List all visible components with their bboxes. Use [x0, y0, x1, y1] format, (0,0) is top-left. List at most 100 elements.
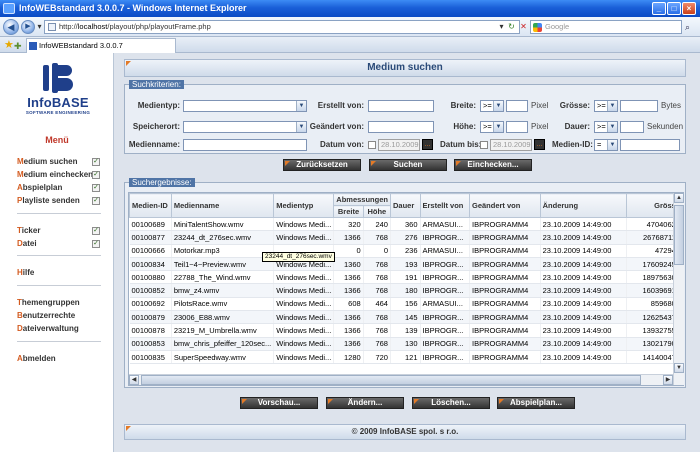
add-favorites-icon[interactable]: ✚ — [14, 39, 22, 53]
datum-von-input[interactable]: 28.10.2009 — [378, 139, 420, 151]
playlist-button[interactable]: Abspielplan... — [497, 397, 575, 409]
col-header-breite[interactable]: Breite — [333, 205, 364, 218]
table-cell: 22788_The_Wind.wmv — [171, 270, 275, 285]
table-row[interactable]: 00100853 bmw_chris_pfeiffer_120sec... Wind… — [129, 337, 683, 351]
menu-item-checkbox[interactable]: ✓ — [92, 227, 100, 235]
col-header-medien-id[interactable]: Medien-ID — [129, 193, 172, 218]
hoehe-input[interactable] — [506, 121, 528, 133]
horizontal-scrollbar[interactable]: ◀ ▶ — [129, 374, 673, 385]
table-cell: 360 — [390, 217, 421, 232]
dauer-input[interactable] — [620, 121, 644, 133]
col-header-aenderung[interactable]: Änderung — [539, 193, 627, 218]
col-header-dauer[interactable]: Dauer — [389, 193, 421, 218]
menu-item-hilfe[interactable]: Hilfe — [17, 267, 34, 279]
col-header-geaendert-von[interactable]: Geändert von — [468, 193, 541, 218]
scroll-left-icon[interactable]: ◀ — [129, 375, 139, 385]
menu-item-medium-einchecken[interactable]: Medium einchecken — [17, 169, 93, 181]
col-header-medientyp[interactable]: Medientyp — [273, 193, 335, 218]
speicherort-select[interactable]: ▼ — [183, 121, 307, 133]
menu-item-checkbox[interactable]: ✓ — [92, 184, 100, 192]
forward-arrow-icon[interactable]: ▶ — [21, 20, 35, 34]
chevron-down-icon: ▼ — [607, 122, 617, 132]
table-row[interactable]: 00100692 PilotsRace.wmv Windows Medi... 608… — [129, 297, 683, 312]
breite-operator-select[interactable]: >= ▼ — [480, 100, 504, 112]
datum-bis-checkbox[interactable] — [480, 141, 488, 149]
menu-item-playliste-senden[interactable]: Playliste senden — [17, 195, 80, 207]
table-row[interactable]: 00100852 bmw_z4.wmv Windows Medi... 1366 768… — [129, 283, 683, 298]
table-row[interactable]: 00100878 23219_M_Umbrella.wmv Windows Medi… — [129, 323, 683, 338]
erstellt-von-input[interactable] — [368, 100, 434, 112]
medien-id-operator-select[interactable]: = ▼ — [594, 139, 618, 151]
menu-item-benutzerrechte[interactable]: Benutzerrechte — [17, 310, 75, 322]
minimize-button[interactable]: _ — [652, 2, 666, 15]
menu-item-checkbox[interactable]: ✓ — [92, 158, 100, 166]
preview-button[interactable]: Vorschau... — [240, 397, 318, 409]
table-row[interactable]: 00100689 MiniTalentShow.wmv Windows Medi..… — [129, 217, 683, 232]
menu-item-checkbox[interactable]: ✓ — [92, 240, 100, 248]
table-cell: IBPROGRAMM4 — [469, 283, 541, 298]
table-cell: IBPROGRAMM4 — [469, 230, 541, 245]
scroll-up-icon[interactable]: ▲ — [674, 193, 684, 203]
calendar-button[interactable]: ... — [422, 139, 433, 150]
groesse-operator-select[interactable]: >= ▼ — [594, 100, 618, 112]
col-header-hoehe[interactable]: Höhe — [362, 205, 391, 218]
table-row[interactable]: 00100834 Teil1~4~Preview.wmv Windows Medi.… — [129, 257, 683, 272]
menu-item-dateiverwaltung[interactable]: Dateiverwaltung — [17, 323, 79, 335]
back-arrow-icon[interactable]: ◀ — [3, 19, 19, 35]
stop-icon[interactable]: ✕ — [518, 20, 529, 34]
scroll-right-icon[interactable]: ▶ — [663, 375, 673, 385]
groesse-label: Grösse: — [559, 101, 590, 110]
table-cell: 768 — [363, 337, 391, 351]
speicherort-label: Speicherort: — [132, 122, 180, 131]
medien-id-input[interactable] — [620, 139, 680, 151]
col-header-erstellt-von[interactable]: Erstellt von — [419, 193, 470, 218]
search-button[interactable]: Suchen — [369, 159, 447, 171]
menu-item-checkbox[interactable]: ✓ — [92, 171, 100, 179]
menu-item-abspielplan[interactable]: Abspielplan — [17, 182, 62, 194]
menu-item-datei[interactable]: Datei — [17, 238, 37, 250]
reset-button[interactable]: Zurücksetzen — [283, 159, 361, 171]
table-row[interactable]: 00100835 SuperSpeedway.wmv Windows Medi...… — [129, 350, 683, 365]
scroll-thumb[interactable] — [674, 205, 684, 265]
delete-button[interactable]: Löschen... — [412, 397, 490, 409]
groesse-input[interactable] — [620, 100, 658, 112]
refresh-icon[interactable]: ↻ — [506, 20, 517, 34]
checkin-button[interactable]: Einchecken... — [454, 159, 532, 171]
datum-von-checkbox[interactable] — [368, 141, 376, 149]
menu-item-themengruppen[interactable]: Themengruppen — [17, 297, 80, 309]
table-cell: IBPROGRAMM4 — [469, 350, 541, 365]
table-cell: SuperSpeedway.wmv — [171, 350, 275, 365]
logo-brand: InfoBASE — [27, 95, 89, 110]
table-cell: 1360 — [333, 257, 364, 272]
tab-bar: ★ ✚ InfoWEBstandard 3.0.0.7 — [0, 37, 700, 53]
datum-bis-input[interactable]: 28.10.2009 — [490, 139, 532, 151]
table-row[interactable]: 00100880 22788_The_Wind.wmv Windows Medi..… — [129, 270, 683, 285]
table-row[interactable]: 00100666 Motorkar.mp3 0 0 236 ARMASUI... IBPRO… — [129, 244, 683, 258]
search-icon[interactable]: ⌕ — [685, 21, 697, 33]
browser-tab[interactable]: InfoWEBstandard 3.0.0.7 — [26, 38, 176, 53]
table-cell: ARMASUI... — [420, 244, 470, 258]
col-header-medienname[interactable]: Medienname — [170, 193, 275, 218]
medienname-input[interactable] — [183, 139, 307, 151]
menu-item-abmelden[interactable]: Abmelden — [17, 353, 56, 365]
scroll-thumb[interactable] — [141, 375, 641, 385]
close-button[interactable]: × — [682, 2, 696, 15]
table-row[interactable]: 00100879 23006_E88.wmv Windows Medi... 1366… — [129, 310, 683, 325]
scroll-down-icon[interactable]: ▼ — [674, 363, 684, 373]
search-input[interactable]: Google ⌕ — [530, 20, 690, 34]
menu-item-checkbox[interactable]: ✓ — [92, 197, 100, 205]
geaendert-von-input[interactable] — [368, 121, 434, 133]
change-button[interactable]: Ändern... — [326, 397, 404, 409]
maximize-button[interactable]: □ — [667, 2, 681, 15]
calendar-button[interactable]: ... — [534, 139, 545, 150]
breite-input[interactable] — [506, 100, 528, 112]
table-row[interactable]: 00100877 23244_dt_276sec.wmv Windows Medi.… — [129, 230, 683, 245]
favorites-star-icon[interactable]: ★ — [4, 38, 14, 52]
menu-item-medium-suchen[interactable]: Medium suchen — [17, 156, 77, 168]
dauer-operator-select[interactable]: >= ▼ — [594, 121, 618, 133]
url-input[interactable]: http://localhost/playout/php/playoutFram… — [44, 20, 520, 34]
hoehe-operator-select[interactable]: >= ▼ — [480, 121, 504, 133]
menu-item-ticker[interactable]: Ticker — [17, 225, 40, 237]
medientyp-select[interactable]: ▼ — [183, 100, 307, 112]
vertical-scrollbar[interactable]: ▲ ▼ — [673, 193, 684, 385]
